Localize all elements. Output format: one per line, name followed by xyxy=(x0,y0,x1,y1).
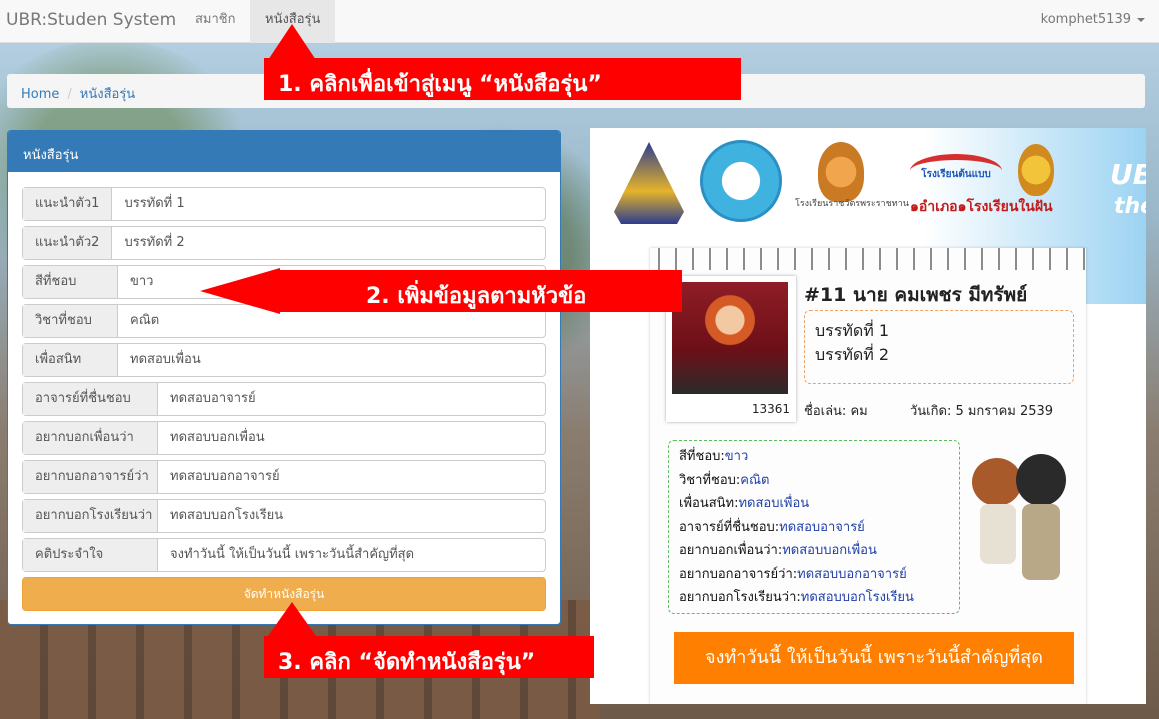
school-logo-icon xyxy=(614,142,684,224)
birthday: วันเกิด: 5 มกราคม 2539 xyxy=(910,404,1054,419)
detail-label: อยากบอกโรงเรียนว่า: xyxy=(679,590,801,605)
detail-value: ทดสอบบอกอาจารย์ xyxy=(797,566,907,582)
model-school-logo-icon: โรงเรียนต้นแบบ xyxy=(910,154,1002,188)
banner-title: UBR xyxy=(1110,158,1146,191)
field-label: อยากบอกเพื่อนว่า xyxy=(23,422,158,454)
anniversary-logo-icon xyxy=(700,140,782,222)
student-name: #11 นาย คมเพชร มีทรัพย์ xyxy=(804,284,1028,306)
callout-step-2: 2. เพิ่มข้อมูลตามหัวข้อ xyxy=(278,270,682,312)
detail-value: ทดสอบบอกเพื่อน xyxy=(782,543,877,558)
intro-box: บรรทัดที่ 1 บรรทัดที่ 2 xyxy=(804,310,1074,384)
user-name: komphet5139 xyxy=(1040,12,1131,27)
field-intro-2[interactable]: แนะนำตัว2 บรรทัดที่ 2 xyxy=(22,226,546,260)
detail-row: อาจารย์ที่ชื่นชอบ:ทดสอบอาจารย์ xyxy=(679,516,949,540)
field-input[interactable]: ทดสอบบอกเพื่อน xyxy=(158,422,277,454)
breadcrumb-separator: / xyxy=(67,87,72,102)
detail-label: เพื่อนสนิท: xyxy=(679,496,739,511)
yearbook-form-panel: หนังสือรุ่น แนะนำตัว1 บรรทัดที่ 1 แนะนำต… xyxy=(7,130,561,625)
callout-step-3: 3. คลิก “จัดทำหนังสือรุ่น” xyxy=(264,636,594,678)
field-label: เพื่อสนิท xyxy=(23,344,118,376)
panel-title: หนังสือรุ่น xyxy=(8,131,560,172)
field-input[interactable]: ทดสอบอาจารย์ xyxy=(158,383,268,415)
field-message-school[interactable]: อยากบอกโรงเรียนว่า ทดสอบบอกโรงเรียน xyxy=(22,499,546,533)
callout-step-2-text: 2. เพิ่มข้อมูลตามหัวข้อ xyxy=(366,284,587,309)
detail-row: อยากบอกโรงเรียนว่า:ทดสอบบอกโรงเรียน xyxy=(679,586,949,610)
field-input[interactable]: ทดสอบเพื่อน xyxy=(118,344,213,376)
user-menu[interactable]: komphet5139 xyxy=(1041,12,1145,27)
chibi-boy-body xyxy=(1022,504,1060,580)
field-label: แนะนำตัว2 xyxy=(23,227,113,259)
breadcrumb-home[interactable]: Home xyxy=(21,87,59,102)
callout-step-1-text: 1. คลิกเพื่อเข้าสู่เมนู “หนังสือรุ่น” xyxy=(278,72,602,97)
intro-line-1: บรรทัดที่ 1 xyxy=(815,321,890,340)
field-message-friends[interactable]: อยากบอกเพื่อนว่า ทดสอบบอกเพื่อน xyxy=(22,421,546,455)
detail-label: อยากบอกอาจารย์ว่า: xyxy=(679,566,798,582)
emblem-logo-icon xyxy=(1018,144,1054,196)
navbar: UBR:Studen System สมาชิก หนังสือรุ่น kom… xyxy=(0,0,1159,43)
detail-row: อยากบอกเพื่อนว่า:ทดสอบบอกเพื่อน xyxy=(679,539,949,563)
detail-row: เพื่อนสนิท:ทดสอบเพื่อน xyxy=(679,492,949,516)
chibi-girl-body xyxy=(980,504,1016,564)
field-label: วิชาที่ชอบ xyxy=(23,305,118,337)
field-input[interactable]: คณิต xyxy=(118,305,171,337)
field-label: อยากบอกโรงเรียนว่า xyxy=(23,500,158,532)
field-label: อยากบอกอาจารย์ว่า xyxy=(23,461,158,493)
field-input[interactable]: ขาว xyxy=(118,266,166,298)
field-input[interactable]: จงทำวันนี้ ให้เป็นวันนี้ เพราะวันนี้สำคั… xyxy=(158,539,426,571)
field-input[interactable]: ทดสอบบอกโรงเรียน xyxy=(158,500,295,532)
binder-rings xyxy=(650,248,1086,270)
field-input[interactable]: ทดสอบบอกอาจารย์ xyxy=(158,461,292,493)
detail-row: อยากบอกอาจารย์ว่า:ทดสอบบอกอาจารย์ xyxy=(679,563,949,587)
detail-box: สีที่ชอบ:ขาว วิชาที่ชอบ:คณิต เพื่อนสนิท:… xyxy=(668,440,960,614)
callout-step-3-text: 3. คลิก “จัดทำหนังสือรุ่น” xyxy=(278,650,536,675)
nickname: ชื่อเล่น: คม xyxy=(804,404,868,419)
breadcrumb-current[interactable]: หนังสือรุ่น xyxy=(80,87,135,102)
dharma-wheel-logo-icon xyxy=(818,142,864,202)
field-favorite-teacher[interactable]: อาจารย์ที่ชื่นชอบ ทดสอบอาจารย์ xyxy=(22,382,546,416)
field-label: คติประจำใจ xyxy=(23,539,158,571)
chibi-boy-head xyxy=(1016,454,1066,506)
detail-label: อาจารย์ที่ชื่นชอบ: xyxy=(679,519,780,535)
model-school-caption: ๑อำเภอ๑โรงเรียนในฝัน xyxy=(910,199,1053,215)
nav-item-members[interactable]: สมาชิก xyxy=(180,0,251,43)
detail-value: ขาว xyxy=(724,449,749,464)
student-id: 13361 xyxy=(751,402,790,416)
chibi-couple-illustration xyxy=(966,448,1076,598)
detail-row: สีที่ชอบ:ขาว xyxy=(679,445,949,469)
caret-down-icon xyxy=(1137,17,1145,22)
intro-line-2: บรรทัดที่ 2 xyxy=(815,345,890,364)
detail-value: ทดสอบเพื่อน xyxy=(738,496,810,511)
field-label: แนะนำตัว1 xyxy=(23,188,113,220)
banner-subtitle: the xyxy=(1114,194,1146,219)
callout-3-pointer xyxy=(268,602,316,636)
motto-bar: จงทำวันนี้ ให้เป็นวันนี้ เพราะวันนี้สำคั… xyxy=(674,632,1074,684)
field-label: สีที่ชอบ xyxy=(23,266,118,298)
detail-row: วิชาที่ชอบ:คณิต xyxy=(679,469,949,493)
callout-step-1: 1. คลิกเพื่อเข้าสู่เมนู “หนังสือรุ่น” xyxy=(264,58,741,100)
detail-label: อยากบอกเพื่อนว่า: xyxy=(679,543,783,558)
profile-photo xyxy=(672,282,788,394)
field-motto[interactable]: คติประจำใจ จงทำวันนี้ ให้เป็นวันนี้ เพรา… xyxy=(22,538,546,572)
detail-value: คณิต xyxy=(740,472,770,488)
detail-value: ทดสอบอาจารย์ xyxy=(779,519,865,535)
callout-2-pointer xyxy=(200,268,280,314)
chibi-girl-head xyxy=(972,458,1022,506)
logo-caption: โรงเรียนราชวัตรพระราชทาน xyxy=(795,199,909,209)
detail-value: ทดสอบบอกโรงเรียน xyxy=(800,590,914,605)
profile-photo-frame: 13361 xyxy=(666,276,796,422)
field-best-friend[interactable]: เพื่อสนิท ทดสอบเพื่อน xyxy=(22,343,546,377)
field-input[interactable]: บรรทัดที่ 2 xyxy=(112,227,196,259)
field-message-teachers[interactable]: อยากบอกอาจารย์ว่า ทดสอบบอกอาจารย์ xyxy=(22,460,546,494)
brand-link[interactable]: UBR:Studen System xyxy=(6,10,176,30)
field-label: อาจารย์ที่ชื่นชอบ xyxy=(23,383,158,415)
detail-label: สีที่ชอบ: xyxy=(679,449,725,464)
field-intro-1[interactable]: แนะนำตัว1 บรรทัดที่ 1 xyxy=(22,187,546,221)
yearbook-preview: โรงเรียนราชวัตรพระราชทาน โรงเรียนต้นแบบ … xyxy=(590,128,1146,704)
profile-card: 13361 #11 นาย คมเพชร มีทรัพย์ บรรทัดที่ … xyxy=(650,248,1086,704)
field-input[interactable]: บรรทัดที่ 1 xyxy=(112,188,196,220)
detail-label: วิชาที่ชอบ: xyxy=(679,472,741,488)
